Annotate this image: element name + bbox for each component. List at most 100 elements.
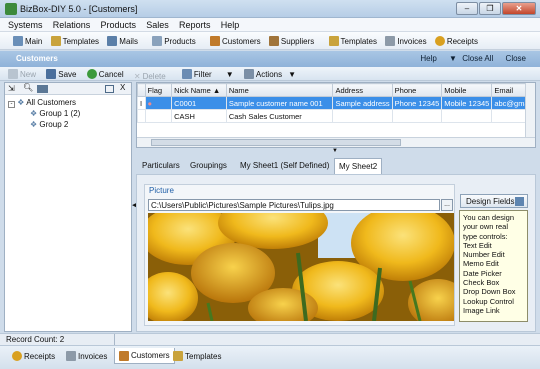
tree-item-group-1[interactable]: ❖ Group 1 (2) [8, 108, 131, 119]
actions-button[interactable]: Actions ▼ [240, 67, 300, 81]
splitter[interactable]: ▼ [136, 148, 536, 156]
hint-line: Image Link [463, 305, 500, 315]
row-indicator [137, 109, 146, 123]
table-row[interactable]: CASH Cash Sales Customer [137, 109, 535, 123]
toolbar-customers-button[interactable]: Customers [207, 33, 264, 49]
close-module-button[interactable]: Close [506, 54, 526, 63]
templates-icon [173, 351, 183, 361]
toolbar-label: Products [164, 36, 196, 46]
window-tab-invoices[interactable]: Invoices [62, 348, 111, 364]
toolbar-suppliers-button[interactable]: Suppliers [266, 33, 317, 49]
grid-vertical-scrollbar[interactable] [525, 83, 535, 137]
toolbar-mails-button[interactable]: Mails [104, 33, 141, 49]
view-icon[interactable] [37, 85, 48, 93]
status-bar: Record Count: 2 [0, 333, 540, 345]
save-button[interactable]: Save [42, 67, 80, 81]
templates-icon [50, 36, 61, 46]
column-header-name[interactable]: Name [225, 83, 334, 97]
receipts-icon [12, 351, 22, 361]
actions-label: Actions [255, 69, 283, 79]
cell-phone[interactable]: Phone 12345 [391, 96, 443, 110]
invoices-icon [66, 351, 76, 361]
tree-item-all-customers[interactable]: - ❖ All Customers [8, 97, 131, 108]
search-icon[interactable]: 🔍︎ [23, 83, 33, 92]
pin-icon[interactable] [105, 85, 114, 93]
tulips-image[interactable] [148, 213, 454, 321]
toolbar-label: Receipts [446, 36, 478, 46]
record-count: Record Count: 2 [6, 335, 65, 344]
home-icon [13, 36, 23, 46]
minimize-button[interactable]: – [456, 2, 478, 15]
column-header-address[interactable]: Address [332, 83, 393, 97]
grid-horizontal-scrollbar[interactable] [137, 137, 535, 147]
cancel-button[interactable]: Cancel [83, 67, 128, 81]
cell-name[interactable]: Cash Sales Customer [225, 109, 334, 123]
customer-table: Flag Nick Name ▲ Name Address Phone Mobi… [137, 83, 535, 123]
cell-phone[interactable] [391, 109, 443, 123]
menu-reports[interactable]: Reports [175, 18, 215, 30]
close-panel-icon[interactable]: X [120, 83, 125, 92]
column-header-flag[interactable]: Flag [144, 83, 173, 97]
menu-products[interactable]: Products [97, 18, 141, 30]
cancel-label: Cancel [98, 69, 124, 79]
restore-button[interactable]: ❐ [479, 2, 501, 15]
hint-line: Memo Edit [463, 259, 499, 269]
close-all-button[interactable]: Close All [462, 54, 493, 63]
tulips-picture [148, 213, 454, 321]
tree-item-group-2[interactable]: ❖ Group 2 [8, 119, 131, 130]
products-icon [152, 36, 163, 46]
tree-expand-icon[interactable]: ⇲ [8, 84, 15, 93]
cell-nick[interactable]: CASH [171, 109, 227, 123]
tab-my-sheet2[interactable]: My Sheet2 [334, 158, 383, 174]
toolbar-invoices-button[interactable]: Invoices [382, 33, 429, 49]
tab-particulars[interactable]: Particulars [138, 158, 184, 174]
design-icon [515, 197, 524, 206]
cell-nick[interactable]: C0001 [171, 96, 227, 110]
column-header-phone[interactable]: Phone [391, 83, 443, 97]
toolbar-label: Templates [340, 36, 377, 46]
column-header-mobile[interactable]: Mobile [441, 83, 493, 97]
toolbar-products-button[interactable]: Products [149, 33, 199, 49]
scrollbar-thumb[interactable] [151, 139, 401, 146]
hint-line: your own real [463, 222, 509, 232]
new-button[interactable]: New [4, 67, 40, 81]
picture-label: Picture [149, 186, 174, 195]
browse-button[interactable]: ... [441, 199, 453, 211]
picture-path-input[interactable]: C:\Users\Public\Pictures\Sample Pictures… [148, 199, 440, 211]
toolbar-templates-button[interactable]: Templates [48, 33, 102, 49]
cancel-icon [86, 69, 97, 79]
menu-help[interactable]: Help [217, 18, 244, 30]
tab-groupings[interactable]: Groupings [186, 158, 231, 174]
window-tab-customers[interactable]: Customers [114, 348, 175, 364]
collapse-icon[interactable]: - [8, 101, 15, 108]
cell-name[interactable]: Sample customer name 001 [225, 96, 334, 110]
new-label: New [20, 69, 37, 79]
close-all-dropdown-icon[interactable]: ▼ [449, 54, 457, 63]
toolbar-main-button[interactable]: Main [10, 33, 45, 49]
filter-button[interactable]: Filter ▼ [178, 67, 238, 81]
cell-address[interactable]: Sample address [332, 96, 393, 110]
menu-relations[interactable]: Relations [49, 18, 95, 30]
table-row[interactable]: I ● C0001 Sample customer name 001 Sampl… [137, 96, 535, 110]
toolbar-templates2-button[interactable]: Templates [326, 33, 380, 49]
column-header-nick-name[interactable]: Nick Name ▲ [171, 83, 227, 97]
cell-flag[interactable] [144, 109, 173, 123]
window-tab-receipts[interactable]: Receipts [8, 348, 59, 364]
title-bar[interactable]: BizBox-DIY 5.0 - [Customers] – ❐ ✕ [0, 0, 540, 18]
close-window-button[interactable]: ✕ [502, 2, 536, 15]
design-fields-button[interactable]: Design Fields [460, 194, 528, 208]
window-tab-templates[interactable]: Templates [169, 348, 225, 364]
tree-label: Group 2 [39, 120, 69, 129]
tab-my-sheet1[interactable]: My Sheet1 (Self Defined) [236, 158, 333, 174]
splitter-arrow-icon[interactable]: ▼ [332, 148, 338, 154]
toolbar-receipts-button[interactable]: Receipts [432, 33, 481, 49]
cell-mobile[interactable]: Mobile 12345 [441, 96, 493, 110]
menu-sales[interactable]: Sales [142, 18, 173, 30]
cell-mobile[interactable] [441, 109, 493, 123]
save-icon [46, 69, 57, 79]
menu-systems[interactable]: Systems [4, 18, 47, 30]
cell-address[interactable] [332, 109, 393, 123]
header-help-link[interactable]: Help [420, 54, 436, 63]
invoices-icon [385, 36, 396, 46]
flag-icon[interactable]: ● [144, 96, 173, 110]
